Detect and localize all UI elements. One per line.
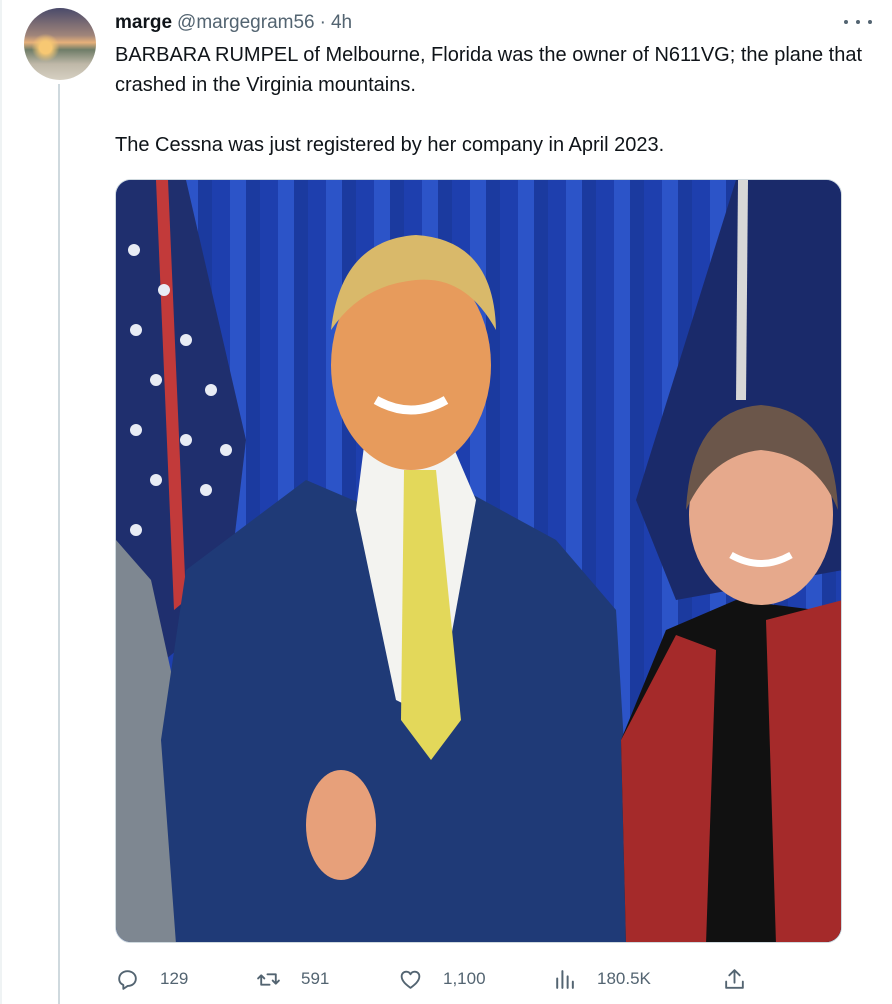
thread-line	[58, 84, 60, 1004]
share-icon	[725, 968, 744, 989]
reply-button[interactable]: 129	[115, 962, 188, 996]
tweet-text: BARBARA RUMPEL of Melbourne, Florida was…	[115, 40, 875, 160]
reply-icon	[118, 969, 137, 990]
retweet-count: 591	[301, 969, 330, 988]
views-icon	[556, 969, 574, 989]
separator-dot: ·	[319, 12, 326, 33]
tweet-paragraph: BARBARA RUMPEL of Melbourne, Florida was…	[115, 44, 863, 96]
heart-icon	[400, 970, 421, 989]
like-button[interactable]: 1,100	[398, 962, 486, 996]
avatar[interactable]	[24, 8, 96, 80]
woman-jacket-left	[621, 635, 716, 942]
flag-pole-cord	[736, 180, 748, 400]
tweet-header: marge @margegram56 · 4h	[115, 10, 352, 36]
more-options-icon[interactable]	[844, 11, 872, 33]
tweet-photo[interactable]	[115, 179, 842, 943]
more-dot	[856, 20, 860, 24]
thumbs-up-hand	[306, 770, 376, 880]
timeline-border	[0, 0, 2, 1004]
more-dot	[844, 20, 848, 24]
retweet-button[interactable]: 591	[256, 962, 329, 996]
like-count: 1,100	[443, 969, 486, 988]
photo-illustration	[116, 180, 841, 942]
tweet-paragraph: The Cessna was just registered by her co…	[115, 134, 665, 156]
author-handle[interactable]: @margegram56	[177, 12, 315, 34]
views-button[interactable]: 180.5K	[552, 962, 651, 996]
woman-jacket-right	[766, 600, 841, 942]
reply-count: 129	[160, 969, 189, 988]
tweet-timestamp[interactable]: 4h	[331, 12, 352, 34]
tweet-actions: 129 591 1,100 180.5K	[115, 962, 855, 996]
more-dot	[868, 20, 872, 24]
retweet-icon	[257, 972, 280, 986]
author-name[interactable]: marge	[115, 12, 172, 34]
views-count: 180.5K	[597, 969, 651, 988]
share-button[interactable]	[722, 962, 747, 996]
